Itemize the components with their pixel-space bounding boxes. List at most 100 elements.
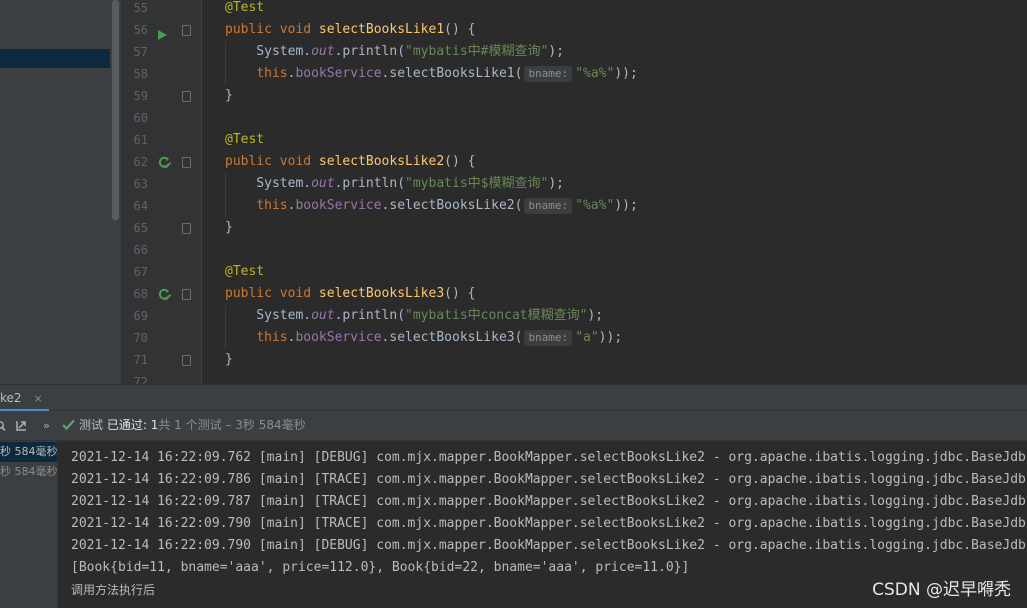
export-icon[interactable] xyxy=(15,411,28,440)
indent-guide xyxy=(225,173,226,217)
fold-marker-icon[interactable] xyxy=(182,289,191,300)
project-tree-selected-row[interactable] xyxy=(0,49,110,68)
line-number: 61 xyxy=(133,133,148,147)
line-number: 70 xyxy=(133,331,148,345)
code-token: .println( xyxy=(334,44,406,59)
code-token: "mybatis中#模糊查询" xyxy=(405,44,549,59)
rerun-passed-test-icon[interactable] xyxy=(158,287,172,306)
code-line: System.out.println("mybatis中#模糊查询"); xyxy=(225,41,564,63)
console-line: [Book{bid=11, bname='aaa', price=112.0},… xyxy=(71,560,690,575)
test-tree-item[interactable]: 秒 584毫秒 xyxy=(0,462,57,482)
console-line: 2021-12-14 16:22:09.790 [main] [DEBUG] c… xyxy=(71,538,1027,553)
run-tab-bar: ke2 × xyxy=(0,385,1027,412)
code-token: )); xyxy=(598,330,623,345)
parameter-hint: bname: xyxy=(524,66,573,82)
code-token: this xyxy=(256,66,288,81)
console-line: 2021-12-14 16:22:09.786 [main] [TRACE] c… xyxy=(71,472,1027,487)
line-number: 67 xyxy=(133,265,148,279)
close-icon[interactable]: × xyxy=(34,392,43,405)
line-number: 59 xyxy=(133,89,148,103)
code-line: System.out.println("mybatis中concat模糊查询")… xyxy=(225,305,603,327)
code-token: )); xyxy=(614,66,638,81)
code-line: this.bookService.selectBooksLike3(bname:… xyxy=(225,327,622,349)
code-token: @Test xyxy=(225,0,265,15)
rerun-passed-test-icon[interactable] xyxy=(158,155,172,174)
code-token: @Test xyxy=(225,264,265,279)
run-tab[interactable]: ke2 × xyxy=(0,385,49,412)
code-line: public void selectBooksLike3() { xyxy=(225,283,475,305)
code-token: "mybatis中concat模糊查询" xyxy=(405,308,588,323)
code-token: .println( xyxy=(334,176,406,191)
console-line: 2021-12-14 16:22:09.790 [main] [TRACE] c… xyxy=(71,516,1027,531)
fold-marker-icon[interactable] xyxy=(182,25,191,36)
code-token: "mybatis中$模糊查询" xyxy=(405,176,549,191)
line-number: 62 xyxy=(133,155,148,169)
check-icon xyxy=(62,419,75,431)
code-token: .selectBooksLike3( xyxy=(381,330,523,345)
test-tree: 秒 584毫秒 秒 584毫秒 xyxy=(0,441,58,608)
run-test-icon[interactable] xyxy=(158,25,167,44)
code-token: out xyxy=(311,176,335,191)
code-token: )); xyxy=(614,198,638,213)
code-token: () { xyxy=(444,154,476,169)
code-token: "%a%" xyxy=(575,198,615,213)
code-token: selectBooksLike3 xyxy=(318,286,445,301)
code-token: ); xyxy=(548,176,564,191)
code-token: ); xyxy=(587,308,604,323)
line-number: 58 xyxy=(133,67,148,81)
line-number: 55 xyxy=(133,1,148,15)
fold-marker-icon[interactable] xyxy=(182,355,191,366)
line-number: 66 xyxy=(133,243,148,257)
run-tab-label: ke2 xyxy=(0,391,22,405)
code-token: "a" xyxy=(575,330,599,345)
code-token: public void xyxy=(225,22,319,37)
code-line: } xyxy=(225,85,233,107)
code-token: } xyxy=(225,88,233,103)
indent-guide xyxy=(225,305,226,349)
fold-marker-icon[interactable] xyxy=(182,223,191,234)
test-status-passed: 已通过: xyxy=(106,418,147,432)
code-token: () { xyxy=(444,286,476,301)
line-number: 56 xyxy=(133,23,148,37)
code-line: } xyxy=(225,349,233,371)
console-line: 2021-12-14 16:22:09.787 [main] [TRACE] c… xyxy=(71,494,1027,509)
test-tree-item[interactable]: 秒 584毫秒 xyxy=(0,442,57,462)
code-token: } xyxy=(225,352,233,367)
code-token: System. xyxy=(225,308,312,323)
line-number: 71 xyxy=(133,353,148,367)
code-token: System. xyxy=(225,44,312,59)
project-scrollbar-thumb[interactable] xyxy=(112,0,119,220)
line-number: 57 xyxy=(133,45,148,59)
more-actions-icon[interactable]: » xyxy=(43,411,50,440)
indent-guide xyxy=(225,41,226,85)
code-line: public void selectBooksLike1() { xyxy=(225,19,475,41)
test-status-label: 测试 xyxy=(79,418,104,432)
console-line: 调用方法执行后 xyxy=(71,583,156,597)
code-line: this.bookService.selectBooksLike1(bname:… xyxy=(225,63,638,85)
search-icon[interactable] xyxy=(0,411,7,440)
code-token: ); xyxy=(548,44,564,59)
code-token: () { xyxy=(444,22,476,37)
line-number: 63 xyxy=(133,177,148,191)
line-number: 68 xyxy=(133,287,148,301)
code-token: } xyxy=(225,220,233,235)
watermark: CSDN @迟早嘚秃 xyxy=(872,580,1011,600)
code-line: @Test xyxy=(225,261,264,283)
code-token: .selectBooksLike1( xyxy=(381,66,523,81)
code-token: out xyxy=(311,44,335,59)
code-token: bookService xyxy=(295,66,382,81)
code-line: @Test xyxy=(225,129,264,151)
code-line: @Test xyxy=(225,0,264,19)
console-line: 2021-12-14 16:22:09.762 [main] [DEBUG] c… xyxy=(71,450,1027,465)
test-tree-item-time: 秒 584毫秒 xyxy=(0,465,57,478)
test-results-toolbar: » 测试 已通过: 1共 1 个测试 – 3秒 584毫秒 xyxy=(0,411,1027,441)
code-line: this.bookService.selectBooksLike2(bname:… xyxy=(225,195,638,217)
code-token: out xyxy=(311,308,335,323)
parameter-hint: bname: xyxy=(524,198,573,214)
code-token: System. xyxy=(225,176,312,191)
fold-marker-icon[interactable] xyxy=(182,91,191,102)
fold-marker-icon[interactable] xyxy=(182,157,191,168)
code-line: System.out.println("mybatis中$模糊查询"); xyxy=(225,173,564,195)
